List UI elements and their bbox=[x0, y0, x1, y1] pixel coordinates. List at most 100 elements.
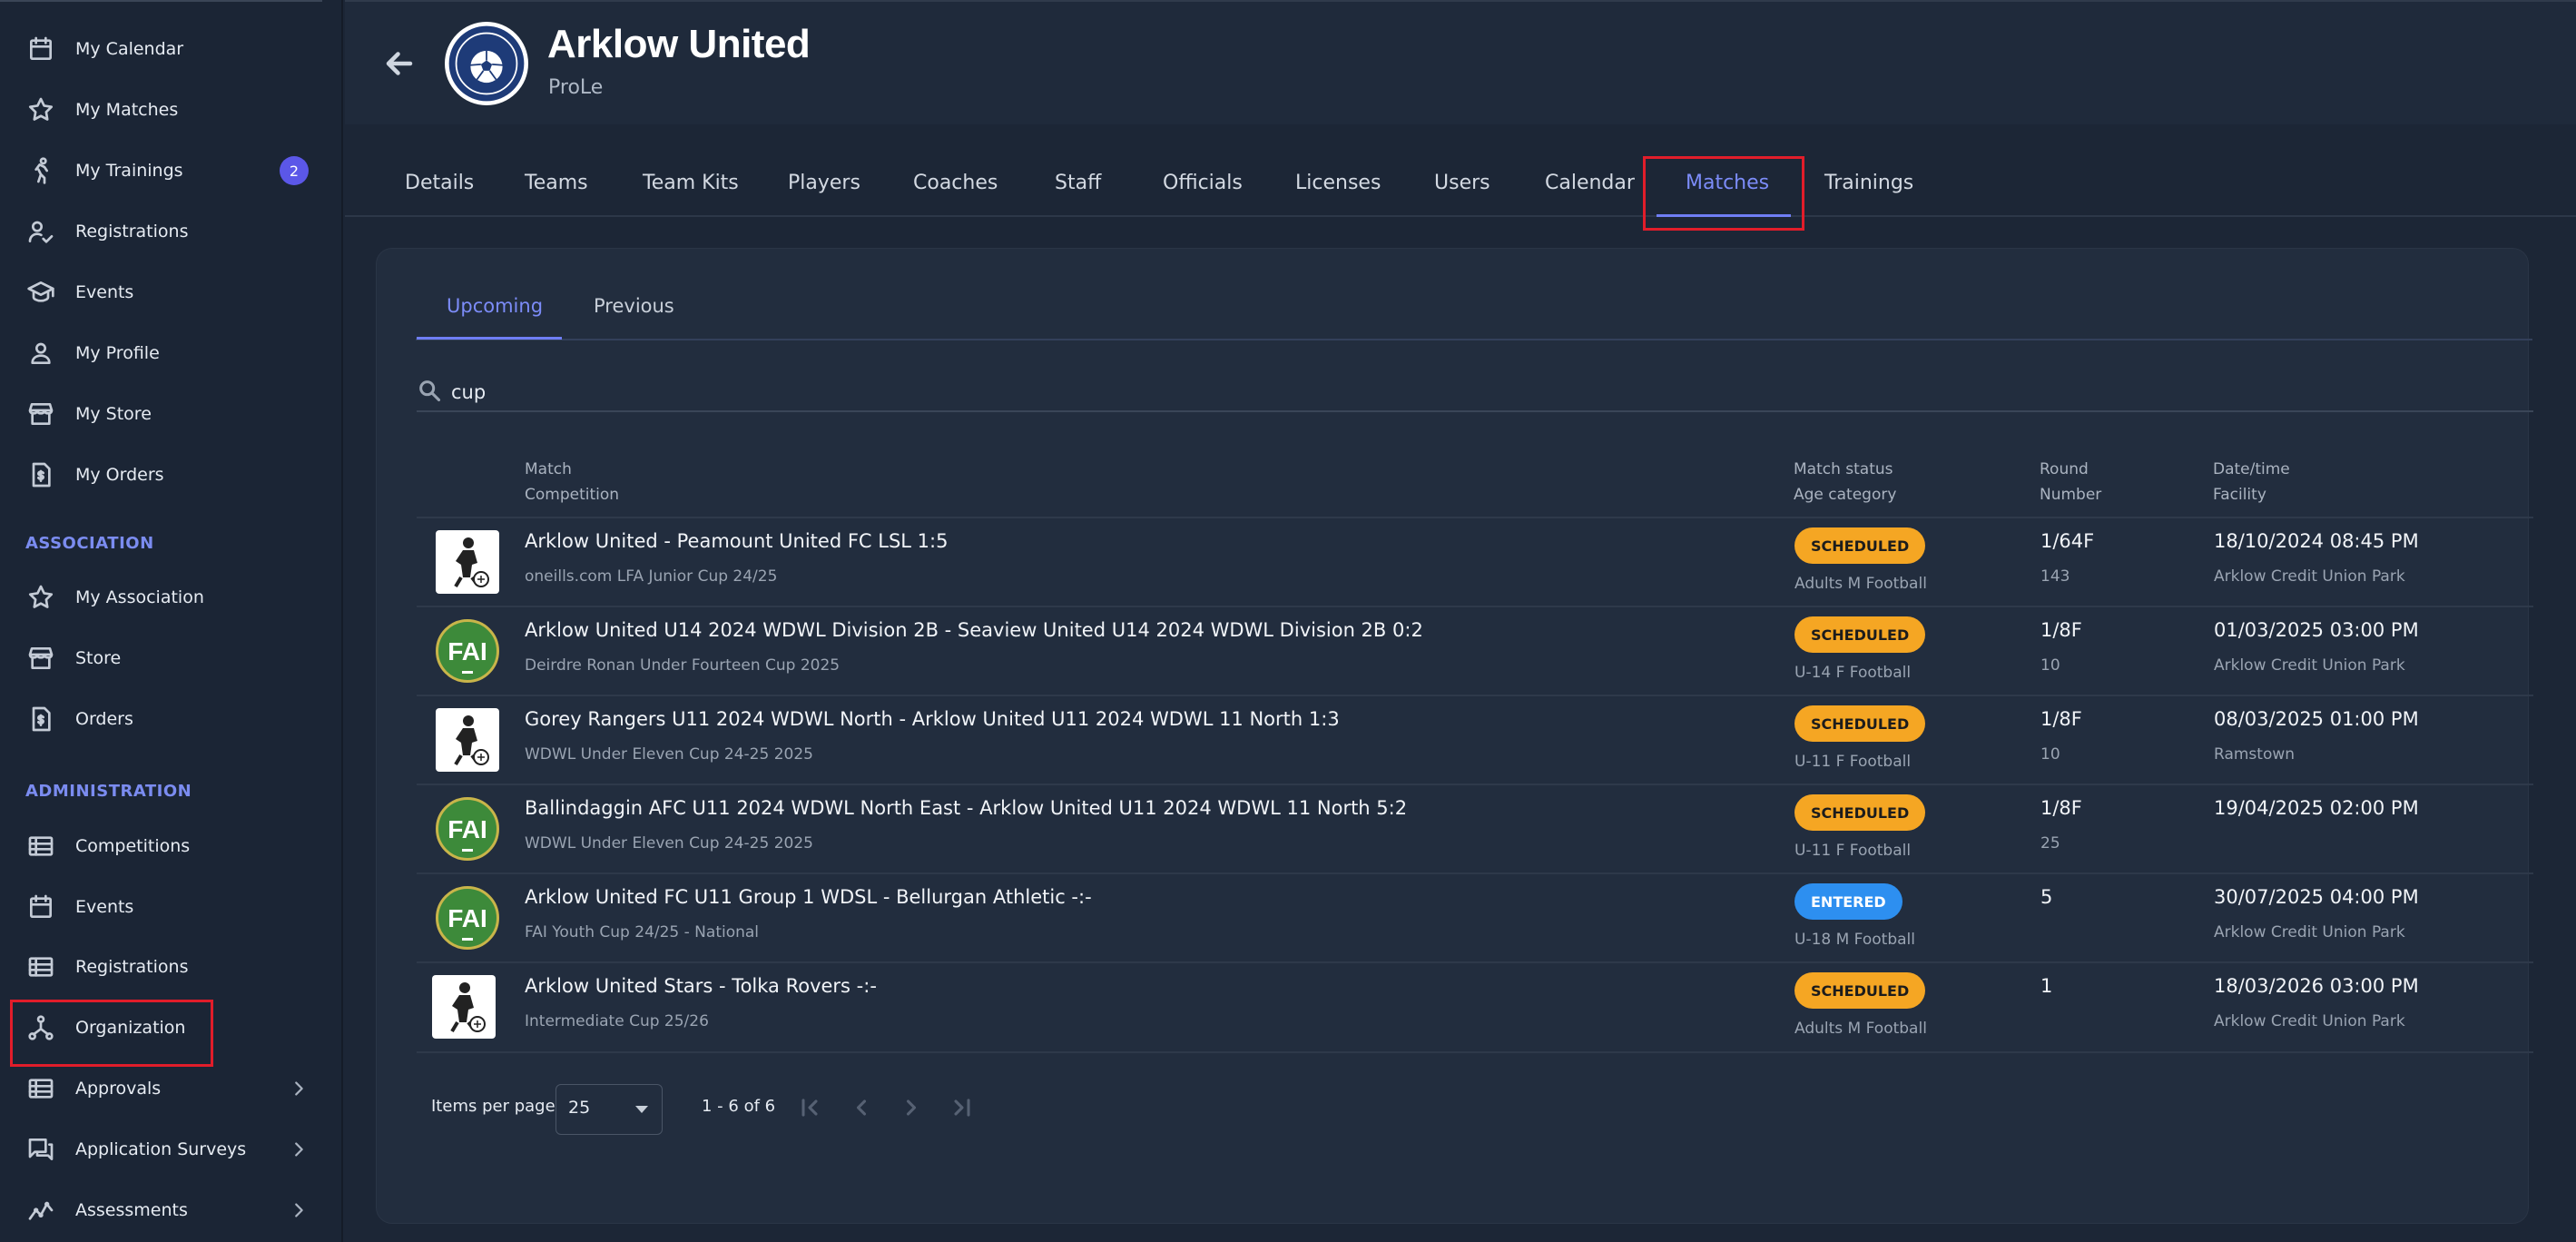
sidebar-item-label: Approvals bbox=[75, 1079, 162, 1099]
competition-name: WDWL Under Eleven Cup 24-25 2025 bbox=[525, 745, 813, 764]
svg-text:FAI: FAI bbox=[447, 815, 487, 843]
sidebar-item-my-association[interactable]: My Association bbox=[0, 570, 343, 625]
page-subtitle: ProLe bbox=[548, 76, 604, 99]
tab-officials[interactable]: Officials bbox=[1163, 172, 1243, 194]
match-name: Ballindaggin AFC U11 2024 WDWL North Eas… bbox=[525, 797, 1408, 819]
sidebar-item-label: Application Surveys bbox=[75, 1139, 247, 1159]
first-page-icon[interactable] bbox=[797, 1095, 822, 1120]
column-header-datetime[interactable]: Date/time Facility bbox=[2213, 457, 2290, 508]
column-header-status-label: Match status bbox=[1794, 460, 1893, 478]
fai-logo-icon: FAI bbox=[436, 797, 499, 861]
sidebar-item-label: Events bbox=[75, 282, 134, 302]
sidebar-item-my-store[interactable]: My Store bbox=[0, 387, 343, 441]
competition-name: FAI Youth Cup 24/25 - National bbox=[525, 923, 760, 941]
sidebar-item-label: My Orders bbox=[75, 465, 164, 485]
next-page-icon[interactable] bbox=[899, 1095, 924, 1120]
tab-staff[interactable]: Staff bbox=[1055, 172, 1101, 194]
facility-name: Ramstown bbox=[2214, 745, 2296, 764]
table-bottom-divider bbox=[417, 1051, 2533, 1053]
sidebar-item-my-orders[interactable]: My Orders bbox=[0, 448, 343, 502]
age-category: U-14 F Football bbox=[1794, 664, 1912, 682]
round-value: 1/8F bbox=[2040, 708, 2082, 730]
round-value: 1 bbox=[2040, 975, 2053, 997]
match-name: Arklow United - Peamount United FC LSL 1… bbox=[525, 530, 949, 552]
match-datetime: 08/03/2025 01:00 PM bbox=[2214, 708, 2419, 730]
tab-users[interactable]: Users bbox=[1434, 172, 1490, 194]
last-page-icon[interactable] bbox=[949, 1095, 975, 1120]
tab-calendar[interactable]: Calendar bbox=[1545, 172, 1635, 194]
sidebar-item-label: My Profile bbox=[75, 343, 160, 363]
round-value: 5 bbox=[2040, 886, 2053, 908]
sidebar-item-label: Orders bbox=[75, 709, 133, 729]
previous-page-icon[interactable] bbox=[849, 1095, 874, 1120]
sidebar-item-events[interactable]: Events bbox=[0, 265, 343, 320]
table-row[interactable]: Arklow United - Peamount United FC LSL 1… bbox=[417, 517, 2533, 606]
column-header-facility-label: Facility bbox=[2213, 486, 2266, 504]
table-row[interactable]: Gorey Rangers U11 2024 WDWL North - Arkl… bbox=[417, 695, 2533, 784]
tab-team-kits[interactable]: Team Kits bbox=[643, 172, 739, 194]
running-icon bbox=[25, 155, 56, 186]
column-header-round[interactable]: Round Number bbox=[2040, 457, 2101, 508]
sidebar-item-application-surveys[interactable]: Application Surveys bbox=[0, 1122, 343, 1177]
sidebar-item-label: Events bbox=[75, 897, 134, 917]
sidebar-item-competitions[interactable]: Competitions bbox=[0, 819, 343, 873]
age-category: Adults M Football bbox=[1794, 575, 1927, 593]
sidebar-item-approvals[interactable]: Approvals bbox=[0, 1061, 343, 1116]
fai-logo-icon: FAI bbox=[436, 886, 499, 950]
round-number: 143 bbox=[2040, 567, 2070, 586]
age-category: U-11 F Football bbox=[1794, 753, 1912, 771]
tab-players[interactable]: Players bbox=[788, 172, 860, 194]
tab-details[interactable]: Details bbox=[405, 172, 474, 194]
star-icon bbox=[25, 582, 56, 613]
pagination-range: 1 - 6 of 6 bbox=[702, 1097, 776, 1116]
items-per-page-label: Items per page bbox=[431, 1097, 556, 1116]
sidebar-item-registrations[interactable]: Registrations bbox=[0, 204, 343, 259]
status-badge: ENTERED bbox=[1794, 883, 1903, 920]
sidebar-item-my-matches[interactable]: My Matches bbox=[0, 83, 343, 137]
chat-icon bbox=[25, 1134, 56, 1165]
sidebar-item-store[interactable]: Store bbox=[0, 631, 343, 685]
tab-coaches[interactable]: Coaches bbox=[913, 172, 998, 194]
table-row[interactable]: FAI Ballindaggin AFC U11 2024 WDWL North… bbox=[417, 784, 2533, 872]
subtab-upcoming[interactable]: Upcoming bbox=[447, 295, 543, 317]
age-category: U-11 F Football bbox=[1794, 842, 1912, 860]
trend-icon bbox=[25, 1195, 56, 1226]
sidebar-item-my-calendar[interactable]: My Calendar bbox=[0, 22, 343, 76]
table-row[interactable]: FAI Arklow United U14 2024 WDWL Division… bbox=[417, 606, 2533, 695]
list-icon bbox=[25, 951, 56, 982]
table-row[interactable]: Arklow United Stars - Tolka Rovers -:- I… bbox=[417, 961, 2533, 1050]
column-header-age-label: Age category bbox=[1794, 486, 1897, 504]
status-badge: SCHEDULED bbox=[1794, 527, 1926, 564]
sidebar-item-orders[interactable]: Orders bbox=[0, 692, 343, 746]
back-arrow-icon[interactable] bbox=[381, 47, 418, 80]
calendar-icon bbox=[25, 34, 56, 64]
subtab-previous[interactable]: Previous bbox=[594, 295, 674, 317]
dropdown-caret-icon bbox=[635, 1106, 648, 1113]
match-name: Arklow United Stars - Tolka Rovers -:- bbox=[525, 975, 877, 997]
tab-licenses[interactable]: Licenses bbox=[1295, 172, 1381, 194]
tab-teams[interactable]: Teams bbox=[525, 172, 588, 194]
facility-name: Arklow Credit Union Park bbox=[2214, 923, 2405, 941]
player-logo-icon bbox=[432, 975, 496, 1039]
sidebar-item-my-profile[interactable]: My Profile bbox=[0, 326, 343, 380]
status-badge: SCHEDULED bbox=[1794, 972, 1926, 1009]
search-input[interactable] bbox=[451, 380, 996, 405]
store-icon bbox=[25, 399, 56, 429]
column-header-datetime-label: Date/time bbox=[2213, 460, 2290, 478]
column-header-status[interactable]: Match status Age category bbox=[1794, 457, 1896, 508]
column-header-match[interactable]: Match Competition bbox=[525, 457, 619, 508]
facility-name: Arklow Credit Union Park bbox=[2214, 1012, 2405, 1030]
sidebar-item-my-trainings[interactable]: My Trainings 2 bbox=[0, 143, 343, 198]
graduation-cap-icon bbox=[25, 277, 56, 308]
sidebar-item-assessments[interactable]: Assessments bbox=[0, 1183, 343, 1237]
match-datetime: 01/03/2025 03:00 PM bbox=[2214, 619, 2419, 641]
round-number: 10 bbox=[2040, 656, 2060, 675]
tab-bar: Details Teams Team Kits Players Coaches … bbox=[345, 159, 2576, 217]
fai-logo-icon: FAI bbox=[436, 619, 499, 683]
tab-trainings[interactable]: Trainings bbox=[1824, 172, 1913, 194]
sidebar-item-admin-events[interactable]: Events bbox=[0, 880, 343, 934]
match-datetime: 19/04/2025 02:00 PM bbox=[2214, 797, 2419, 819]
sidebar-item-admin-registrations[interactable]: Registrations bbox=[0, 940, 343, 994]
table-row[interactable]: FAI Arklow United FC U11 Group 1 WDSL - … bbox=[417, 872, 2533, 961]
search-icon bbox=[417, 378, 442, 403]
